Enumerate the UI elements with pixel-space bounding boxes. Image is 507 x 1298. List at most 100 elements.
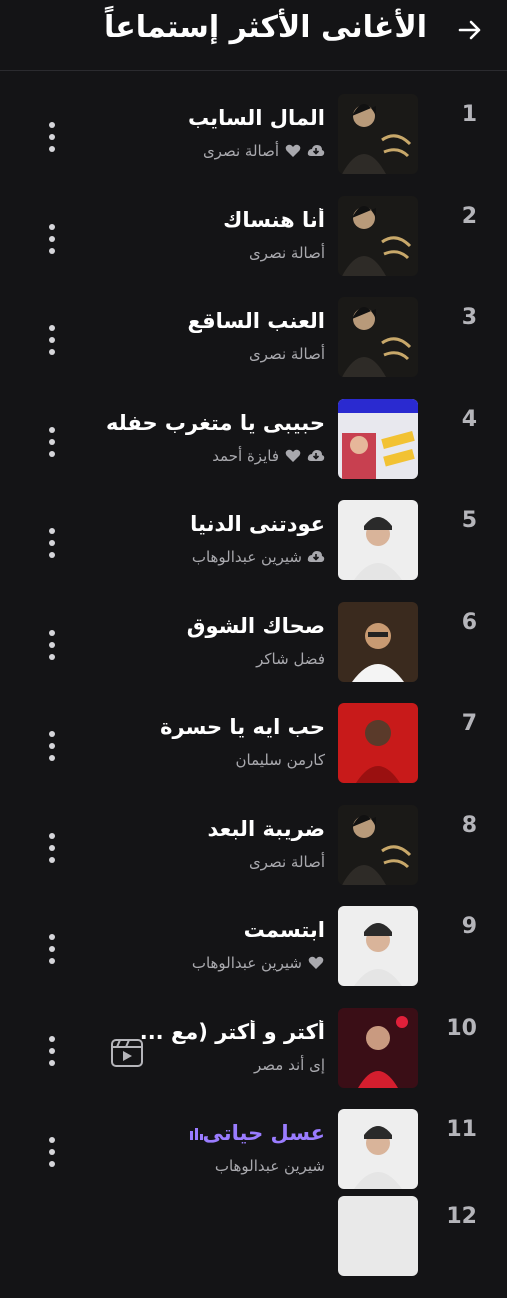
song-row[interactable]: 1 المال السايب أصالة نصرى [0, 94, 507, 196]
song-title: أكتر و أكتر (مع ... [45, 1020, 325, 1044]
rank-number: 3 [461, 305, 477, 330]
rank-number: 1 [461, 102, 477, 127]
downloaded-icon [307, 448, 325, 464]
song-title: عودتنى الدنيا [45, 512, 325, 536]
song-title: عسل حياتى [45, 1121, 325, 1145]
rank-number: 10 [446, 1016, 477, 1041]
more-options-button[interactable] [40, 731, 64, 761]
song-row[interactable]: 10 أكتر و أكتر (مع ... إى أند مصر [0, 1008, 507, 1110]
song-title-text: حب ايه يا حسرة [160, 715, 325, 739]
more-options-button[interactable] [40, 1036, 64, 1066]
video-icon[interactable] [110, 1038, 144, 1068]
song-meta: إى أند مصر [45, 1056, 325, 1074]
song-title: صحاك الشوق [45, 614, 325, 638]
heart-icon [307, 955, 325, 971]
song-title: ضريبة البعد [45, 817, 326, 841]
top-bar: الأغانى الأكثر إستماعاً [0, 0, 507, 71]
more-options-button[interactable] [40, 427, 64, 457]
more-options-button[interactable] [40, 325, 64, 355]
song-title: العنب الساقع [45, 309, 325, 333]
artist-name: أصالة نصرى [248, 345, 325, 363]
song-row[interactable]: 4 حبيبى يا متغرب حفله فايزة أحمد [0, 399, 507, 501]
song-meta: شيرين عبدالوهاب [45, 548, 325, 566]
artist-name: شيرين عبدالوهاب [191, 548, 302, 566]
song-title: ابتسمت [45, 918, 325, 942]
song-title-text: أنا هنساك [223, 208, 325, 232]
artist-name: كارمن سليمان [235, 751, 326, 769]
song-meta: أصالة نصرى [45, 244, 325, 262]
artist-name: إى أند مصر [254, 1056, 325, 1074]
song-meta: فايزة أحمد [45, 447, 325, 465]
artist-name: فايزة أحمد [212, 447, 279, 465]
rank-number: 7 [461, 711, 477, 736]
song-meta: شيرين عبدالوهاب [45, 954, 325, 972]
song-title-text: عسل حياتى [202, 1121, 326, 1145]
more-options-button[interactable] [40, 833, 64, 863]
artist-name: فضل شاكر [256, 650, 325, 668]
song-row[interactable]: 7 حب ايه يا حسرة كارمن سليمان [0, 703, 507, 805]
album-cover [338, 906, 418, 986]
artist-name: أصالة نصرى [248, 244, 325, 262]
album-cover [338, 1008, 418, 1088]
rank-number: 6 [461, 610, 477, 635]
song-meta: شيرين عبدالوهاب [45, 1157, 325, 1175]
song-meta: أصالة نصرى [45, 345, 325, 363]
page-title: الأغانى الأكثر إستماعاً [103, 10, 427, 45]
more-options-button[interactable] [40, 934, 64, 964]
song-row[interactable]: 12 [0, 1196, 507, 1298]
rank-number: 2 [461, 204, 477, 229]
album-cover [338, 196, 418, 276]
rank-number: 8 [461, 813, 477, 838]
rank-number: 4 [461, 407, 477, 432]
song-row[interactable]: 9 ابتسمت شيرين عبدالوهاب [0, 906, 507, 1008]
song-title: حبيبى يا متغرب حفله [45, 411, 325, 435]
now-playing-icon [189, 1126, 203, 1140]
song-title-text: ابتسمت [243, 918, 325, 942]
album-cover [338, 1109, 418, 1189]
album-cover [338, 602, 418, 682]
heart-icon [284, 448, 302, 464]
rank-number: 5 [461, 508, 477, 533]
more-options-button[interactable] [40, 630, 64, 660]
song-row[interactable]: 2 أنا هنساك أصالة نصرى [0, 196, 507, 298]
song-title-text: عودتنى الدنيا [190, 512, 325, 536]
heart-icon [284, 143, 302, 159]
artist-name: شيرين عبدالوهاب [191, 954, 302, 972]
artist-name: أصالة نصرى [202, 142, 279, 160]
rank-number: 9 [461, 914, 477, 939]
song-title: أنا هنساك [45, 208, 325, 232]
song-meta: فضل شاكر [45, 650, 325, 668]
album-cover [338, 500, 418, 580]
album-cover [338, 399, 418, 479]
album-cover [338, 94, 418, 174]
downloaded-icon [307, 143, 325, 159]
song-title-text: أكتر و أكتر (مع ... [139, 1020, 325, 1044]
song-title: المال السايب [45, 106, 325, 130]
downloaded-icon [307, 549, 325, 565]
song-title-text: ضريبة البعد [207, 817, 326, 841]
song-title-text: المال السايب [187, 106, 325, 130]
song-row[interactable]: 5 عودتنى الدنيا شيرين عبدالوهاب [0, 500, 507, 602]
song-title-text: صحاك الشوق [186, 614, 325, 638]
more-options-button[interactable] [40, 122, 64, 152]
rank-number: 11 [446, 1117, 477, 1142]
song-meta: كارمن سليمان [45, 751, 326, 769]
more-options-button[interactable] [40, 224, 64, 254]
song-row[interactable]: 8 ضريبة البعد أصالة نصرى [0, 805, 507, 907]
more-options-button[interactable] [40, 528, 64, 558]
song-row[interactable]: 6 صحاك الشوق فضل شاكر [0, 602, 507, 704]
album-cover [338, 1196, 418, 1276]
album-cover [338, 297, 418, 377]
arrow-right-icon [458, 20, 481, 40]
artist-name: شيرين عبدالوهاب [214, 1157, 325, 1175]
more-options-button[interactable] [40, 1137, 64, 1167]
song-title: حب ايه يا حسرة [45, 715, 325, 739]
song-row[interactable]: 3 العنب الساقع أصالة نصرى [0, 297, 507, 399]
album-cover [338, 805, 418, 885]
rank-number: 12 [446, 1204, 477, 1229]
song-title-text: العنب الساقع [187, 309, 325, 333]
back-button[interactable] [455, 15, 485, 45]
song-meta: أصالة نصرى [45, 853, 325, 871]
album-cover [338, 703, 418, 783]
song-title-text: حبيبى يا متغرب حفله [106, 411, 325, 435]
